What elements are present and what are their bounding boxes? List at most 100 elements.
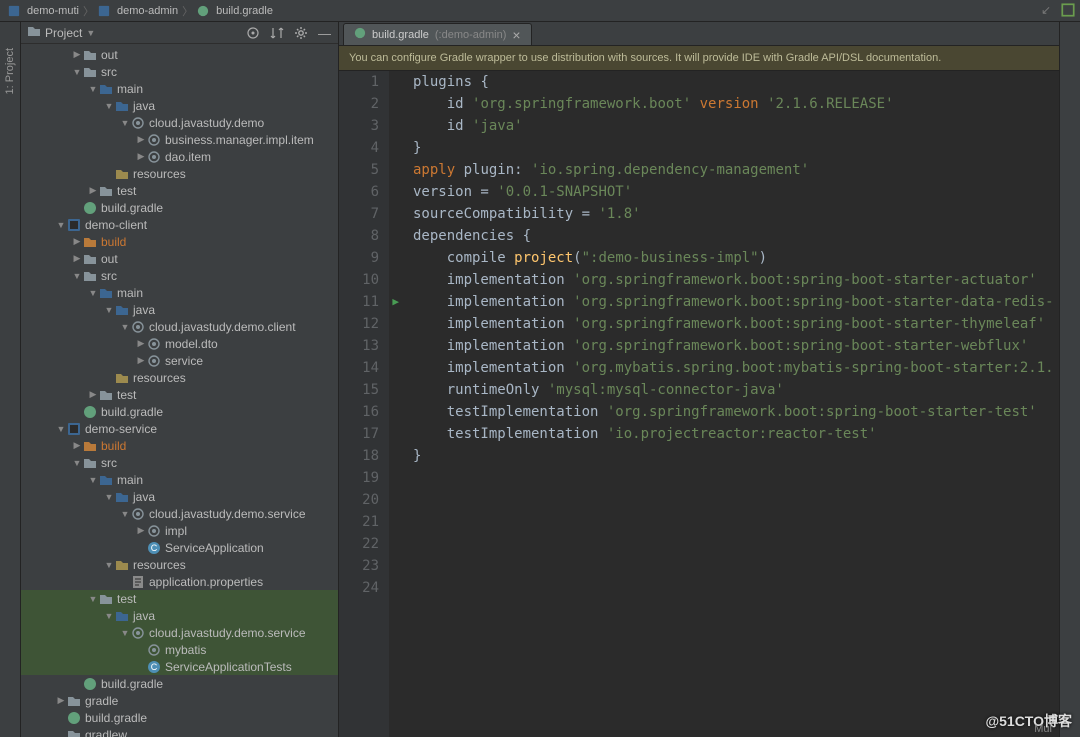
tree-arrow-icon[interactable]	[119, 322, 131, 332]
tree-arrow-icon[interactable]	[103, 101, 115, 111]
project-tree[interactable]: outsrcmainjavacloud.javastudy.demobusine…	[21, 44, 338, 737]
tree-arrow-icon[interactable]	[103, 611, 115, 621]
tree-arrow-icon[interactable]	[87, 475, 99, 485]
tree-row[interactable]: mybatis	[21, 641, 338, 658]
tree-row[interactable]: demo-client	[21, 216, 338, 233]
tree-arrow-icon[interactable]	[55, 695, 67, 706]
tree-arrow-icon[interactable]	[87, 389, 99, 400]
tree-row[interactable]: java	[21, 607, 338, 624]
tree-row[interactable]: build.gradle	[21, 199, 338, 216]
tree-arrow-icon[interactable]	[71, 458, 83, 468]
tree-row[interactable]: test	[21, 590, 338, 607]
tree-arrow-icon[interactable]	[87, 594, 99, 604]
folder-b-icon	[115, 99, 129, 113]
tree-arrow-icon[interactable]	[135, 338, 147, 349]
close-icon[interactable]: ×	[512, 27, 520, 43]
tree-arrow-icon[interactable]	[135, 134, 147, 145]
tree-arrow-icon[interactable]	[71, 67, 83, 77]
tree-row[interactable]: build.gradle	[21, 675, 338, 692]
expand-icon[interactable]	[1060, 2, 1076, 18]
tree-row[interactable]: impl	[21, 522, 338, 539]
tree-arrow-icon[interactable]	[71, 49, 83, 60]
tree-arrow-icon[interactable]	[87, 84, 99, 94]
tree-row[interactable]: src	[21, 267, 338, 284]
tree-arrow-icon[interactable]	[135, 151, 147, 162]
tree-row[interactable]: main	[21, 284, 338, 301]
tree-row[interactable]: src	[21, 63, 338, 80]
tree-row[interactable]: build	[21, 233, 338, 250]
tree-arrow-icon[interactable]	[135, 355, 147, 366]
tree-row[interactable]: cloud.javastudy.demo	[21, 114, 338, 131]
tree-row[interactable]: build.gradle	[21, 709, 338, 726]
tree-arrow-icon[interactable]	[103, 560, 115, 570]
tree-arrow-icon[interactable]	[71, 253, 83, 264]
tree-row[interactable]: resources	[21, 369, 338, 386]
tree-arrow-icon[interactable]	[119, 118, 131, 128]
tree-label: cloud.javastudy.demo.service	[149, 626, 306, 640]
tree-arrow-icon[interactable]	[71, 440, 83, 451]
tree-row[interactable]: java	[21, 97, 338, 114]
tree-row[interactable]: CServiceApplicationTests	[21, 658, 338, 675]
tree-row[interactable]: out	[21, 250, 338, 267]
right-tool-strip	[1059, 22, 1080, 737]
project-tool-tab[interactable]: 1: Project	[4, 42, 16, 100]
tree-row[interactable]: out	[21, 46, 338, 63]
tree-row[interactable]: cloud.javastudy.demo.service	[21, 624, 338, 641]
module-icon	[8, 5, 20, 17]
tree-row[interactable]: model.dto	[21, 335, 338, 352]
tree-row[interactable]: build	[21, 437, 338, 454]
tree-row[interactable]: resources	[21, 556, 338, 573]
notification-bar[interactable]: You can configure Gradle wrapper to use …	[339, 46, 1059, 71]
breadcrumb-item[interactable]: build.gradle	[216, 5, 273, 17]
tree-row[interactable]: gradle	[21, 692, 338, 709]
tree-label: demo-client	[85, 218, 147, 232]
tree-arrow-icon[interactable]	[119, 628, 131, 638]
tree-row[interactable]: cloud.javastudy.demo.client	[21, 318, 338, 335]
chevron-down-icon[interactable]: ▼	[86, 28, 95, 38]
tree-arrow-icon[interactable]	[55, 424, 67, 434]
hide-icon[interactable]: —	[318, 26, 332, 40]
tree-row[interactable]: demo-service	[21, 420, 338, 437]
tree-row[interactable]: cloud.javastudy.demo.service	[21, 505, 338, 522]
tree-row[interactable]: resources	[21, 165, 338, 182]
tree-arrow-icon[interactable]	[87, 185, 99, 196]
tree-row[interactable]: gradlew	[21, 726, 338, 737]
tree-row[interactable]: business.manager.impl.item	[21, 131, 338, 148]
line-gutter[interactable]: 123456789101112131415161718192021222324	[339, 71, 389, 737]
target-icon[interactable]	[246, 26, 260, 40]
tree-row[interactable]: dao.item	[21, 148, 338, 165]
tree-row[interactable]: application.properties	[21, 573, 338, 590]
breadcrumb-item[interactable]: demo-admin	[117, 5, 178, 17]
fold-gutter[interactable]	[389, 71, 403, 737]
tree-arrow-icon[interactable]	[103, 492, 115, 502]
tree-arrow-icon[interactable]	[87, 288, 99, 298]
tree-arrow-icon[interactable]	[71, 271, 83, 281]
tree-row[interactable]: main	[21, 471, 338, 488]
editor-tab[interactable]: build.gradle (:demo-admin) ×	[343, 23, 532, 45]
collapse-icon[interactable]: ↙	[1038, 2, 1054, 18]
tree-arrow-icon[interactable]	[135, 525, 147, 536]
code-editor[interactable]: 123456789101112131415161718192021222324 …	[339, 71, 1059, 737]
code-content[interactable]: plugins { id 'org.springframework.boot' …	[403, 71, 1059, 737]
tree-label: gradlew	[85, 728, 127, 737]
tree-arrow-icon[interactable]	[55, 220, 67, 230]
tree-row[interactable]: service	[21, 352, 338, 369]
tree-arrow-icon[interactable]	[103, 305, 115, 315]
gear-icon[interactable]	[294, 26, 308, 40]
folder-g-icon	[83, 48, 97, 62]
tree-row[interactable]: main	[21, 80, 338, 97]
tree-row[interactable]: src	[21, 454, 338, 471]
tree-row[interactable]: CServiceApplication	[21, 539, 338, 556]
tree-arrow-icon[interactable]	[119, 509, 131, 519]
sort-icon[interactable]	[270, 26, 284, 40]
tree-label: out	[101, 48, 118, 62]
tree-arrow-icon[interactable]	[71, 236, 83, 247]
file-icon	[67, 728, 81, 737]
tree-row[interactable]: java	[21, 301, 338, 318]
tree-row[interactable]: test	[21, 386, 338, 403]
breadcrumb-item[interactable]: demo-muti	[27, 5, 79, 17]
tree-row[interactable]: test	[21, 182, 338, 199]
tree-label: build.gradle	[85, 711, 147, 725]
tree-row[interactable]: build.gradle	[21, 403, 338, 420]
tree-row[interactable]: java	[21, 488, 338, 505]
